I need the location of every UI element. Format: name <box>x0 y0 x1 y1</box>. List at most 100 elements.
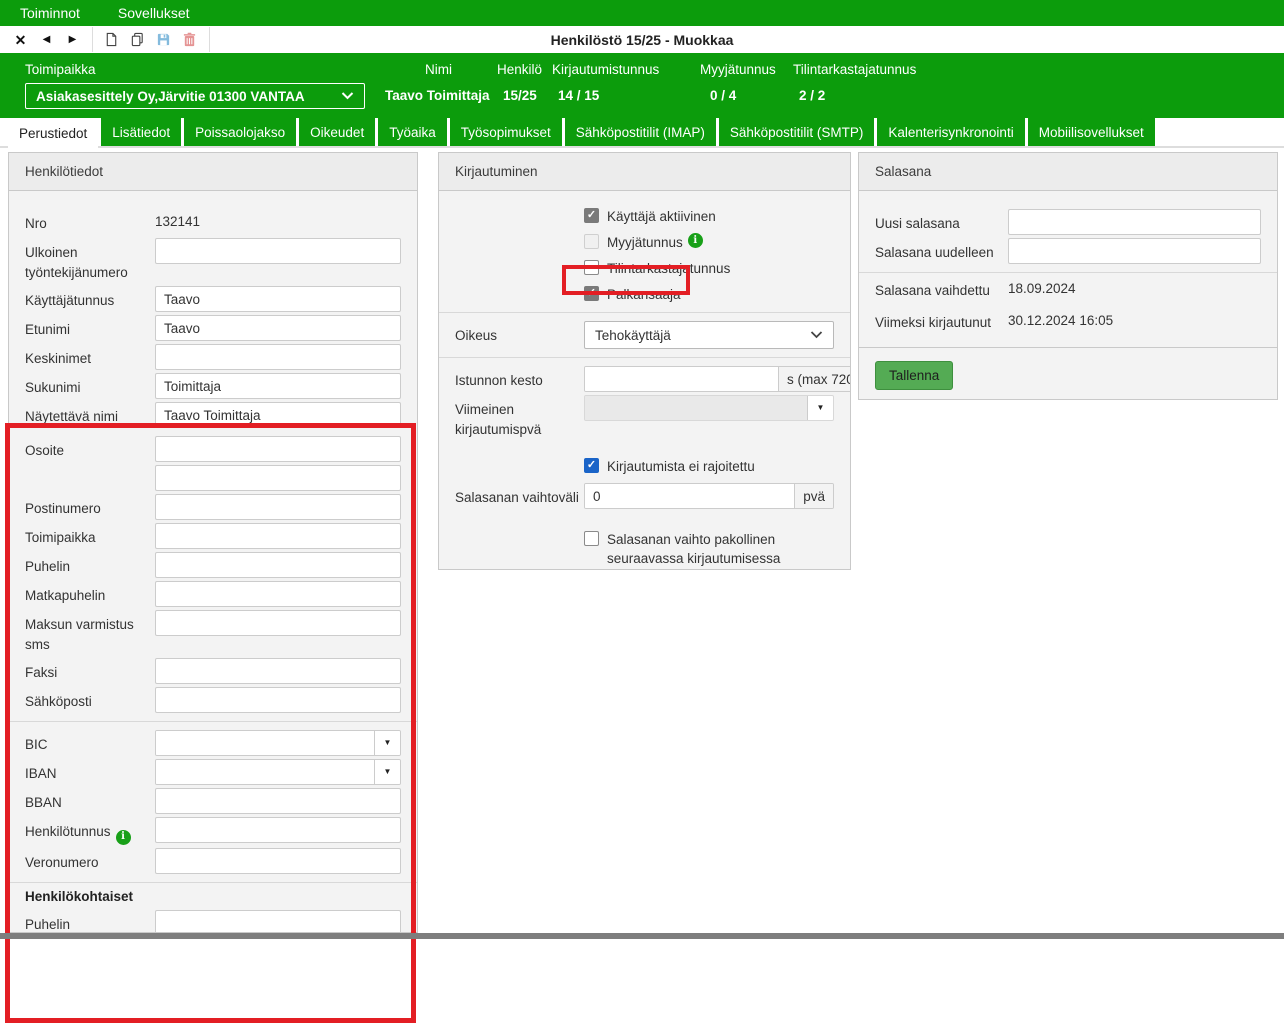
field-istunnon-kesto: Istunnon kesto s (max 7200 s) <box>455 366 834 392</box>
menu-sovellukset[interactable]: Sovellukset <box>118 5 190 21</box>
checkbox-tilintarkastajatunnus[interactable]: Tilintarkastajatunnus <box>584 259 834 278</box>
panel-title: Salasana <box>859 153 1277 191</box>
postinumero-input[interactable] <box>155 494 401 520</box>
save-record-button[interactable] <box>151 27 176 52</box>
field-salasanan-vaihtovali: Salasanan vaihtoväli pvä <box>455 483 834 509</box>
copy-record-button[interactable] <box>125 27 150 52</box>
field-label: BBAN <box>25 788 155 813</box>
field-label: Faksi <box>25 658 155 683</box>
field-ulkoinen-tyontekijanumero: Ulkoinen työntekijänumero <box>25 238 401 283</box>
osoite-input-2[interactable] <box>155 465 401 491</box>
henkilokohtaiset-section-title: Henkilökohtaiset <box>25 889 401 904</box>
checkbox-salasanan-vaihto-pakollinen[interactable]: Salasanan vaihto pakollinen seuraavassa … <box>584 530 834 568</box>
viimeinen-kirjautumispva-dropdown-button[interactable]: ▼ <box>807 396 833 420</box>
bban-input[interactable] <box>155 788 401 814</box>
istunnon-kesto-input[interactable] <box>585 367 778 391</box>
sahkoposti-input[interactable] <box>155 687 401 713</box>
salasanan-vaihtovali-addon: pvä <box>794 484 833 508</box>
naytettava-nimi-input[interactable] <box>155 402 401 428</box>
matkapuhelin-input[interactable] <box>155 581 401 607</box>
previous-record-button[interactable]: ◀ <box>34 27 59 52</box>
tab-poissaolojakso[interactable]: Poissaolojakso <box>184 118 296 146</box>
divider <box>9 882 417 883</box>
divider <box>859 272 1277 273</box>
tab-kalenterisynkronointi[interactable]: Kalenterisynkronointi <box>877 118 1024 146</box>
field-label: Osoite <box>25 436 155 461</box>
osoite-input-1[interactable] <box>155 436 401 462</box>
salasana-uudelleen-input[interactable] <box>1008 238 1261 264</box>
tab-tyoaika[interactable]: Työaika <box>378 118 447 146</box>
henkilokohtainen-puhelin-input[interactable] <box>155 910 401 934</box>
istunnon-kesto-group: s (max 7200 s) <box>584 366 851 392</box>
new-document-icon <box>104 32 119 47</box>
new-record-button[interactable] <box>99 27 124 52</box>
salasanan-vaihtovali-input[interactable] <box>585 484 794 508</box>
iban-dropdown-button[interactable]: ▼ <box>374 760 400 784</box>
field-label-text: Henkilötunnus <box>25 824 111 839</box>
field-label: Maksun varmistus sms <box>25 610 155 655</box>
field-label: Postinumero <box>25 494 155 519</box>
field-viimeinen-kirjautumispva: Viimeinen kirjautumispvä ▼ <box>455 395 834 440</box>
field-label: Viimeinen kirjautumispvä <box>455 395 584 440</box>
faksi-input[interactable] <box>155 658 401 684</box>
kayttajatunnus-input[interactable] <box>155 286 401 312</box>
checkbox-label: Käyttäjä aktiivinen <box>607 207 716 226</box>
panel-footer: Tallenna <box>859 347 1277 400</box>
toimipaikka-input[interactable] <box>155 523 401 549</box>
close-button[interactable]: ✕ <box>8 27 33 52</box>
field-label: Henkilötunnus <box>25 817 155 845</box>
checkbox-icon <box>584 458 599 473</box>
tallenna-button[interactable]: Tallenna <box>875 361 953 390</box>
menu-toiminnot[interactable]: Toiminnot <box>20 5 80 21</box>
bic-combobox: ▼ <box>155 730 401 756</box>
delete-record-button[interactable] <box>177 27 202 52</box>
tab-tyosopimukset[interactable]: Työsopimukset <box>450 118 562 146</box>
field-iban: IBAN ▼ <box>25 759 401 785</box>
bic-dropdown-button[interactable]: ▼ <box>374 731 400 755</box>
panel-title: Henkilötiedot <box>9 153 417 191</box>
bic-input[interactable] <box>156 731 374 755</box>
field-osoite: Osoite <box>25 436 401 462</box>
field-oikeus: Oikeus Tehokäyttäjä <box>455 321 834 349</box>
stat-nimi: Nimi Taavo Toimittaja <box>385 62 497 103</box>
ulkoinen-tyontekijanumero-input[interactable] <box>155 238 401 264</box>
puhelin-input[interactable] <box>155 552 401 578</box>
checkbox-icon <box>584 286 599 301</box>
field-veronumero: Veronumero <box>25 848 401 874</box>
sukunimi-input[interactable] <box>155 373 401 399</box>
field-label: Etunimi <box>25 315 155 340</box>
istunnon-kesto-unit: s (max 7200 s) <box>787 372 851 387</box>
tab-perustiedot[interactable]: Perustiedot <box>8 118 98 148</box>
maksun-varmistus-sms-input[interactable] <box>155 610 401 636</box>
tab-oikeudet[interactable]: Oikeudet <box>299 118 375 146</box>
caret-down-icon: ▼ <box>817 404 825 412</box>
tab-sahkopostitilit-imap[interactable]: Sähköpostitilit (IMAP) <box>565 118 716 146</box>
stat-value: 2 / 2 <box>793 88 943 103</box>
henkilotunnus-input[interactable] <box>155 817 401 843</box>
tab-mobiilisovellukset[interactable]: Mobiilisovellukset <box>1028 118 1155 146</box>
next-record-button[interactable]: ▶ <box>60 27 85 52</box>
keskinimet-input[interactable] <box>155 344 401 370</box>
field-label: Salasana vaihdettu <box>875 281 1008 301</box>
save-icon <box>156 32 171 47</box>
toolbar-separator <box>92 27 93 52</box>
tab-lisatiedot[interactable]: Lisätiedot <box>101 118 181 146</box>
tab-sahkopostitilit-smtp[interactable]: Sähköpostitilit (SMTP) <box>719 118 875 146</box>
oikeus-select[interactable]: Tehokäyttäjä <box>584 321 834 349</box>
uusi-salasana-input[interactable] <box>1008 209 1261 235</box>
field-label: Keskinimet <box>25 344 155 369</box>
stat-kirjautumistunnus: Kirjautumistunnus 14 / 15 <box>552 62 700 103</box>
field-label: Puhelin <box>25 552 155 577</box>
horizontal-scrollbar[interactable] <box>0 933 1284 939</box>
iban-input[interactable] <box>156 760 374 784</box>
toimipaikka-select[interactable]: Asiakasesittely Oy,Järvitie 01300 VANTAA <box>25 83 365 109</box>
veronumero-input[interactable] <box>155 848 401 874</box>
info-icon[interactable] <box>116 830 131 845</box>
checkbox-kirjautumista-ei-rajoitettu[interactable]: Kirjautumista ei rajoitettu <box>584 457 834 476</box>
arrow-left-icon: ◀ <box>43 35 51 45</box>
stat-label: Henkilö <box>497 62 552 77</box>
field-faksi: Faksi <box>25 658 401 684</box>
info-icon[interactable] <box>688 233 703 248</box>
close-icon: ✕ <box>15 33 27 47</box>
etunimi-input[interactable] <box>155 315 401 341</box>
